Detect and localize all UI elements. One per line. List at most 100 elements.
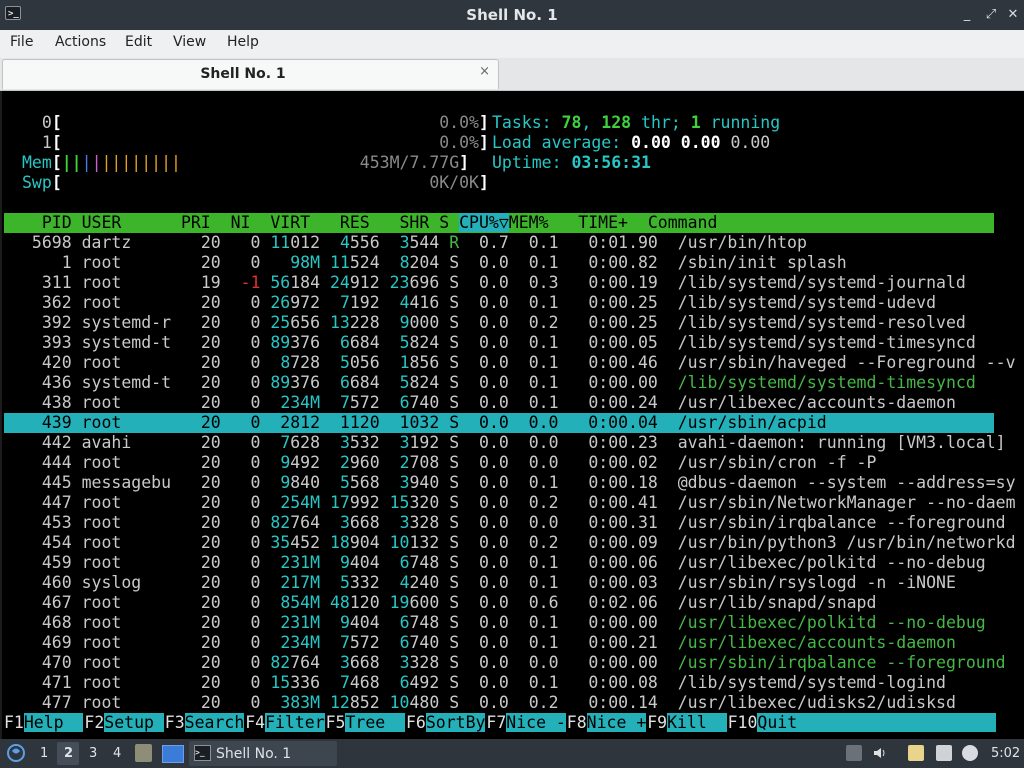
user: root <box>71 613 172 632</box>
menu-view[interactable]: View <box>173 34 206 50</box>
menu-edit[interactable]: Edit <box>125 34 152 50</box>
pri: 20 <box>171 233 221 252</box>
workspace-1[interactable]: 1 <box>40 746 48 761</box>
pri: 20 <box>171 453 221 472</box>
command: /usr/lib/snapd/snapd <box>677 593 877 612</box>
state: S <box>449 293 460 312</box>
process-row[interactable]: 447 root 20 0 254M 17992 15320 S 0.0 0.2… <box>22 493 1016 513</box>
cpu0-meter: 0[ 0.0%] <box>22 113 489 133</box>
process-row[interactable]: 442 avahi 20 0 7628 3532 3192 S 0.0 0.0 … <box>22 433 1006 453</box>
virt: 234M <box>280 633 321 652</box>
process-row[interactable]: 460 syslog 20 0 217M 5332 4240 S 0.0 0.1… <box>22 573 956 593</box>
network-icon[interactable] <box>936 745 952 761</box>
close-window-button[interactable]: ✕ <box>1004 6 1022 24</box>
process-table-header-text[interactable]: PID USER PRI NI VIRT RES SHR S CPU%▽MEM%… <box>22 213 717 233</box>
process-row[interactable]: 468 root 20 0 231M 9404 6748 S 0.0 0.1 0… <box>22 613 986 633</box>
workspace-3[interactable]: 3 <box>89 746 97 761</box>
workspace-2[interactable]: 2 <box>64 746 73 761</box>
menu-file[interactable]: File <box>10 34 33 50</box>
process-row[interactable]: 5698 dartz 20 0 11012 4556 3544 R 0.7 0.… <box>22 233 807 253</box>
fkey-f6[interactable]: F6SortBy <box>406 713 486 733</box>
pri: 20 <box>171 493 221 512</box>
res: 7192 <box>339 293 380 312</box>
menu-actions[interactable]: Actions <box>55 34 106 50</box>
minimize-button[interactable]: _ <box>958 6 976 24</box>
ni: 0 <box>230 353 261 372</box>
fkey-f10[interactable]: F10Quit <box>727 713 996 733</box>
clock[interactable]: 5:02 <box>991 746 1020 761</box>
process-row[interactable]: 445 messagebu 20 0 9840 5568 3940 S 0.0 … <box>22 473 1016 493</box>
process-row[interactable]: 393 systemd-t 20 0 89376 6684 5824 S 0.0… <box>22 333 976 353</box>
process-row[interactable]: 420 root 20 0 8728 5056 1856 S 0.0 0.1 0… <box>22 353 1016 373</box>
workspace-4[interactable]: 4 <box>113 746 121 761</box>
shr: 15320 <box>389 493 440 512</box>
process-row[interactable]: 444 root 20 0 9492 2960 2708 S 0.0 0.0 0… <box>22 453 877 473</box>
window-title: Shell No. 1 <box>466 6 558 24</box>
pid: 439 <box>22 413 72 432</box>
clipboard-icon[interactable] <box>908 745 924 761</box>
updates-icon[interactable] <box>846 745 862 761</box>
terminal-view[interactable]: 0[ 0.0%] 1[ 0.0%] Mem[|||||||||||| 453M/… <box>0 91 1024 739</box>
swp-meter: Swp[ 0K/0K] <box>22 173 489 192</box>
taskbar-item-shell-1[interactable]: >_ Shell No. 1 <box>189 741 337 766</box>
maximize-button[interactable]: ⤢ <box>982 6 1000 24</box>
process-row[interactable]: 471 root 20 0 15336 7468 6492 S 0.0 0.1 … <box>22 673 946 693</box>
fkey-f9[interactable]: F9Kill <box>647 713 727 733</box>
pid: 362 <box>22 293 72 312</box>
mem: 0.1 <box>508 373 559 392</box>
shr: 23696 <box>389 273 440 292</box>
time: 0:00.06 <box>558 553 658 572</box>
process-row[interactable]: 439 root 20 0 2812 1120 1032 S 0.0 0.0 0… <box>22 413 827 433</box>
tab-shell-1[interactable]: Shell No. 1 × <box>2 59 499 89</box>
user: systemd-t <box>71 373 172 392</box>
ni: 0 <box>230 613 261 632</box>
res: 5568 <box>339 473 380 492</box>
time: 0:00.18 <box>558 473 658 492</box>
taskbar: 1 2 3 4 >_ Shell No. 1 5:02 <box>0 739 1024 768</box>
process-row[interactable]: 459 root 20 0 231M 9404 6748 S 0.0 0.1 0… <box>22 553 986 573</box>
fkey-f7[interactable]: F7Nice - <box>486 713 566 733</box>
cpu: 0.0 <box>459 613 509 632</box>
mem: 0.0 <box>508 413 559 432</box>
file-manager-icon[interactable] <box>135 744 152 762</box>
process-row[interactable]: 1 root 20 0 98M 11524 8204 S 0.0 0.1 0:0… <box>22 253 847 273</box>
notifications-icon[interactable] <box>962 745 978 761</box>
function-key-bar: F1Help F2Setup F3Search F4Filter F5Tree F6… <box>2 713 996 733</box>
fkey-f4[interactable]: F4Filter <box>245 713 325 733</box>
process-row[interactable]: 454 root 20 0 35452 18904 10132 S 0.0 0.… <box>22 533 1016 553</box>
res: 48120 <box>330 593 380 612</box>
process-row[interactable]: 453 root 20 0 82764 3668 3328 S 0.0 0.0 … <box>22 513 1006 533</box>
mem: 0.0 <box>508 453 559 472</box>
fkey-f1[interactable]: F1Help <box>4 713 84 733</box>
state: S <box>449 693 460 712</box>
ni: 0 <box>230 693 261 712</box>
tab-close-icon[interactable]: × <box>479 64 490 79</box>
shr: 9000 <box>399 313 440 332</box>
res: 3532 <box>339 433 380 452</box>
pid: 447 <box>22 493 72 512</box>
process-row[interactable]: 438 root 20 0 234M 7572 6740 S 0.0 0.1 0… <box>22 393 956 413</box>
menu-help[interactable]: Help <box>227 34 259 50</box>
fkey-f8[interactable]: F8Nice + <box>566 713 647 733</box>
time: 0:00.82 <box>558 253 658 272</box>
process-row[interactable]: 470 root 20 0 82764 3668 3328 S 0.0 0.0 … <box>22 653 1006 673</box>
virt: 82764 <box>270 513 321 532</box>
fkey-f2[interactable]: F2Setup <box>84 713 164 733</box>
shr: 3192 <box>399 433 440 452</box>
process-row[interactable]: 392 systemd-r 20 0 25656 13228 9000 S 0.… <box>22 313 966 333</box>
process-row[interactable]: 362 root 20 0 26972 7192 4416 S 0.0 0.1 … <box>22 293 936 313</box>
process-row[interactable]: 436 systemd-t 20 0 89376 6684 5824 S 0.0… <box>22 373 976 393</box>
process-row[interactable]: 467 root 20 0 854M 48120 19600 S 0.0 0.6… <box>22 593 877 613</box>
volume-icon[interactable] <box>872 745 888 761</box>
time: 0:00.14 <box>558 693 658 712</box>
shr: 1856 <box>399 353 440 372</box>
show-desktop-icon[interactable] <box>162 745 184 763</box>
fkey-f3[interactable]: F3Search <box>164 713 245 733</box>
start-menu-icon[interactable] <box>6 743 26 763</box>
fkey-f5[interactable]: F5Tree <box>325 713 406 733</box>
virt: 217M <box>280 573 321 592</box>
process-row[interactable]: 469 root 20 0 234M 7572 6740 S 0.0 0.1 0… <box>22 633 956 653</box>
process-row[interactable]: 311 root 19 -1 56184 24912 23696 S 0.0 0… <box>22 273 966 293</box>
process-row[interactable]: 477 root 20 0 383M 12852 10480 S 0.0 0.2… <box>22 693 956 713</box>
pid: 5698 <box>22 233 72 252</box>
